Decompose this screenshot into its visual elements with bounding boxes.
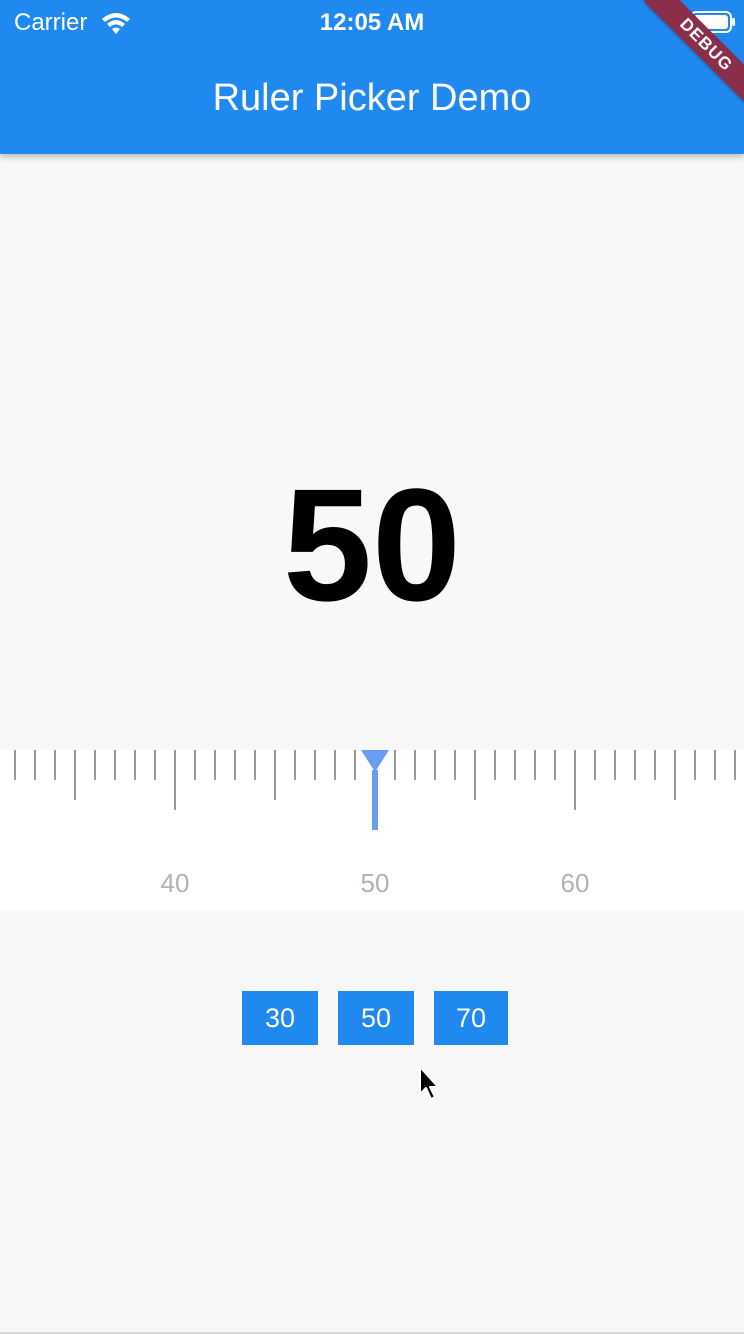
mouse-cursor-icon xyxy=(419,1066,439,1100)
ruler-tick-label: 40 xyxy=(160,868,190,898)
preset-30-button[interactable]: 30 xyxy=(242,991,318,1045)
preset-50-button[interactable]: 50 xyxy=(338,991,414,1045)
preset-buttons: 30 50 70 xyxy=(0,991,744,1045)
status-time: 12:05 AM xyxy=(319,9,425,36)
ruler-indicator xyxy=(361,750,389,830)
ruler-picker[interactable]: 40 50 60 xyxy=(0,750,744,910)
ruler-tick-label: 50 xyxy=(360,868,390,898)
page-title: Ruler Picker Demo xyxy=(212,77,532,119)
preset-70-button[interactable]: 70 xyxy=(434,991,508,1045)
ruler-tick-label: 60 xyxy=(560,868,590,898)
selected-value-display: 50 xyxy=(283,455,461,634)
app-bar: Carrier 12:05 AM Ruler Picker Demo DEBUG xyxy=(0,0,744,154)
